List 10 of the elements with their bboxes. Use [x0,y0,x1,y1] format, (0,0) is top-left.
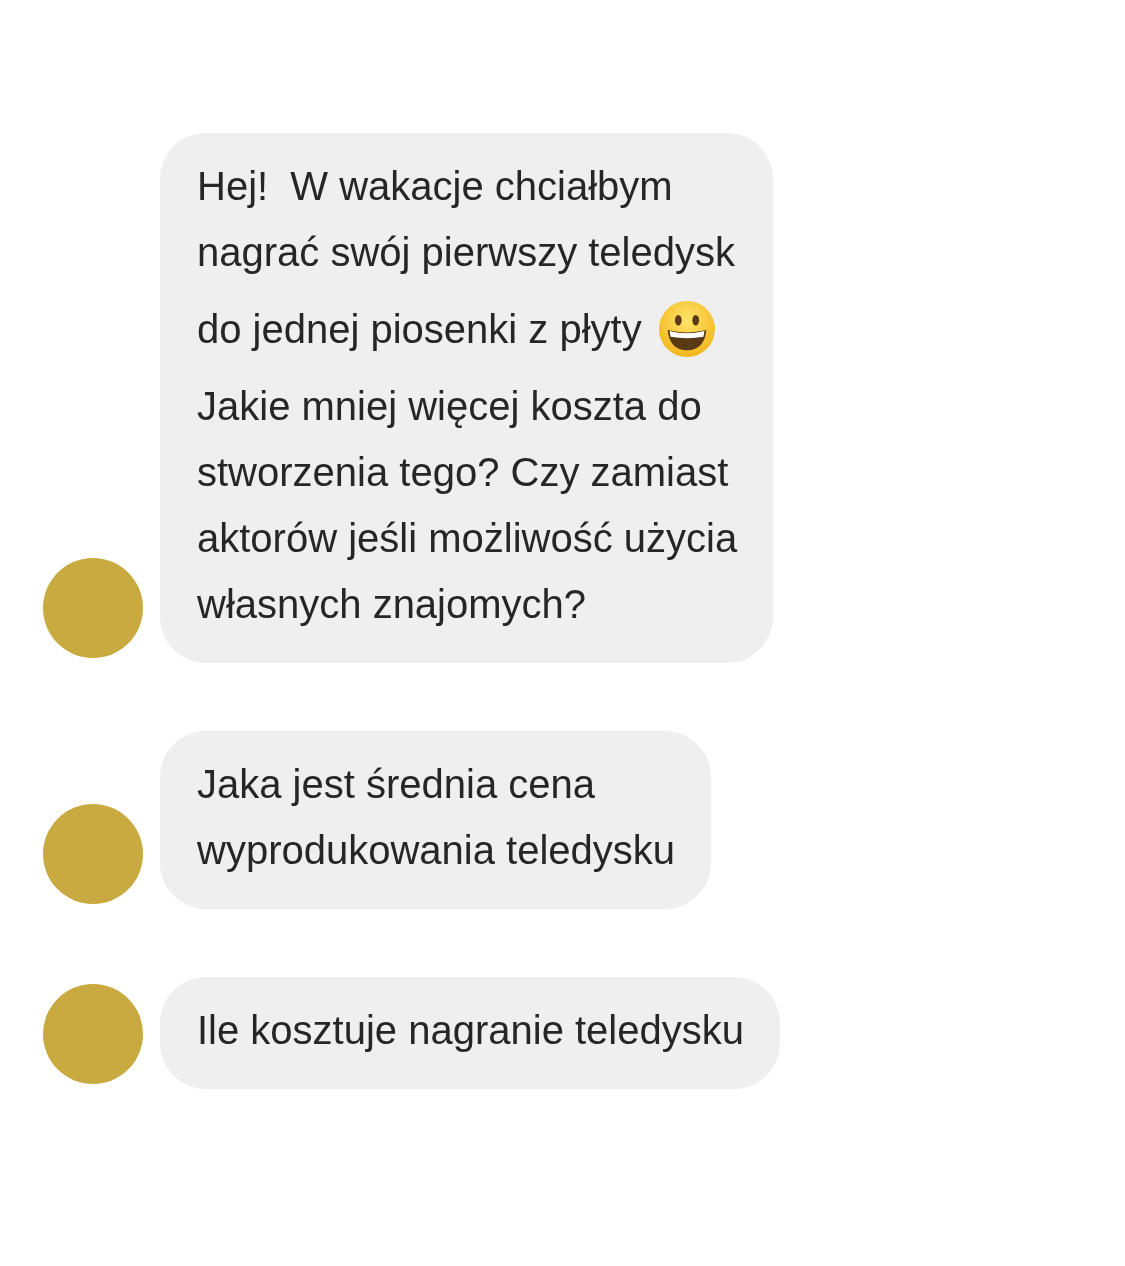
message-text: nagrać swój pierwszy teledysk [197,229,735,276]
message-text: własnych znajomych? [197,581,587,628]
message-text: Ile kosztuje nagranie teledysku [197,1007,744,1054]
message-text: wyprodukowania teledysku [197,827,676,874]
message-text: stworzenia tego? Czy zamiast [197,449,729,496]
message-text: aktorów jeśli możliwość użycia [197,515,738,562]
message-text: do jednej piosenki z płyty [197,306,642,353]
message-text: Jaka jest średnia cena [197,761,595,808]
message-text: Jakie mniej więcej koszta do [197,383,702,430]
message-text: Hej! W wakacje chciałbym [197,163,673,210]
